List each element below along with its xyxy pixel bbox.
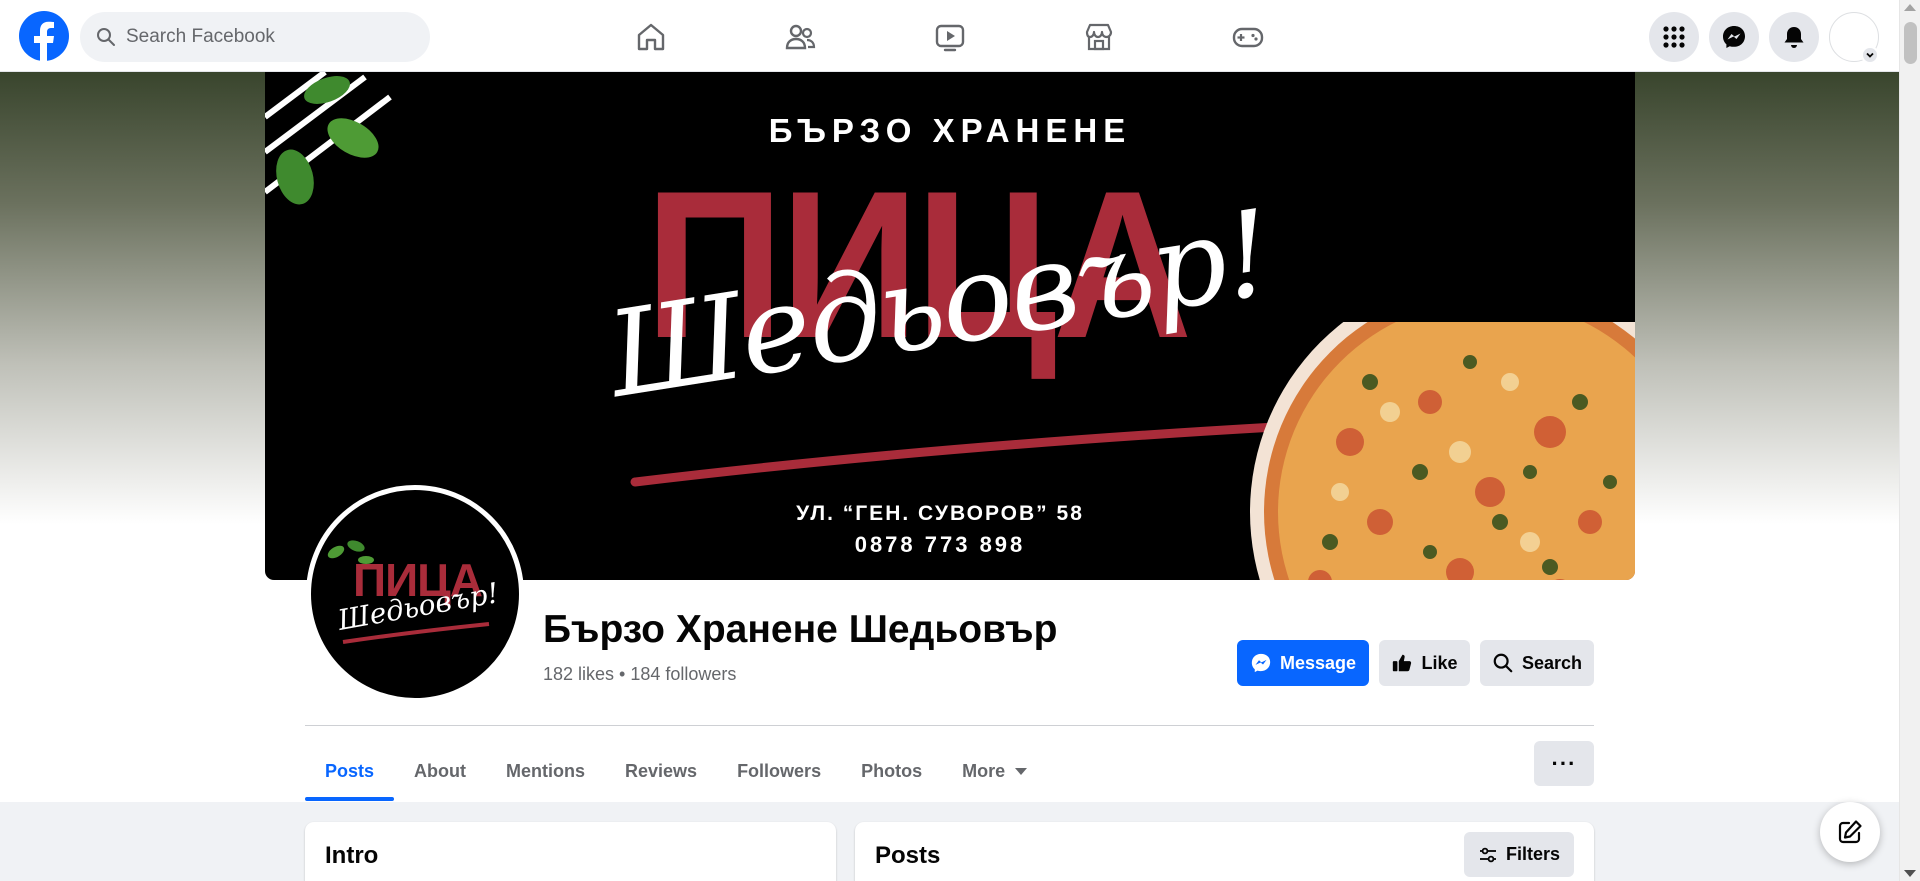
like-button-label: Like [1421,652,1458,673]
marketplace-icon [1085,23,1113,51]
tab-label: About [414,760,467,781]
page-title: Бързо Хранене Шедьовър [543,608,1058,651]
gaming-tab[interactable] [1227,16,1269,58]
menu-button[interactable] [1649,12,1699,62]
more-options-button[interactable]: ··· [1534,741,1594,786]
tab-posts[interactable]: Posts [305,741,395,801]
like-button[interactable]: Like [1379,640,1470,686]
tab-label: Mentions [506,760,586,781]
more-options-icon: ··· [1551,750,1577,776]
search-button-label: Search [1521,652,1583,673]
scrollbar-thumb[interactable] [1904,22,1917,64]
message-button-label: Message [1279,652,1357,673]
tab-label: Reviews [625,760,698,781]
top-navigation-bar [0,0,1899,72]
page-scrollbar[interactable] [1899,0,1920,881]
messenger-icon [1251,653,1271,673]
watch-tab[interactable] [929,16,971,58]
messenger-icon [1723,26,1745,48]
friends-tab[interactable] [779,16,821,58]
message-button[interactable]: Message [1237,640,1369,686]
page-search-button[interactable]: Search [1480,640,1594,686]
tab-label: Posts [325,760,375,781]
page-stats[interactable]: 182 likes • 184 followers [543,664,736,685]
facebook-logo-icon[interactable] [19,11,69,61]
tab-photos[interactable]: Photos [841,741,942,801]
search-icon [1493,653,1513,673]
caret-down-icon [1015,767,1028,775]
posts-title: Posts [875,842,941,869]
home-tab[interactable] [630,16,672,58]
messenger-button[interactable] [1709,12,1759,62]
tab-label: Photos [861,760,923,781]
search-input[interactable] [126,26,406,48]
friends-icon [785,24,816,50]
tab-followers[interactable]: Followers [717,741,841,801]
menu-grid-icon [1663,26,1685,48]
notifications-button[interactable] [1769,12,1819,62]
filters-label: Filters [1505,844,1561,864]
filters-sliders-icon [1479,847,1496,862]
chevron-down-icon [1866,52,1874,58]
red-underline-stroke [630,422,1280,487]
tab-label: Followers [737,760,822,781]
pizza-image [1250,322,1635,580]
scroll-up-arrow-icon[interactable] [1904,4,1916,11]
tab-label: More [962,760,1006,781]
tab-mentions[interactable]: Mentions [486,741,605,801]
marketplace-tab[interactable] [1078,16,1120,58]
search-icon [97,28,115,46]
compose-pencil-icon [1838,820,1862,844]
filters-button[interactable]: Filters [1464,832,1574,877]
tab-reviews[interactable]: Reviews [605,741,717,801]
watch-icon [935,24,965,52]
search-bar[interactable] [80,12,430,62]
intro-title: Intro [325,842,379,869]
new-message-button[interactable] [1820,802,1880,862]
header-divider [305,725,1594,726]
gaming-icon [1232,27,1264,48]
intro-card: Intro [305,822,836,881]
cover-subtitle: БЪРЗО ХРАНЕНЕ [768,112,1132,149]
scroll-down-arrow-icon[interactable] [1904,870,1916,877]
tab-about[interactable]: About [394,741,486,801]
thumbs-up-icon [1393,654,1412,672]
profile-tabs: Posts About Mentions Reviews Followers P… [305,741,1047,801]
account-menu-chevron[interactable] [1861,46,1879,64]
home-icon [637,23,665,51]
posts-card: Posts Filters [855,822,1594,881]
profile-picture[interactable]: ПИЦА Шедьовър! [306,485,524,703]
tab-more[interactable]: More [942,741,1047,801]
notifications-bell-icon [1784,27,1804,48]
